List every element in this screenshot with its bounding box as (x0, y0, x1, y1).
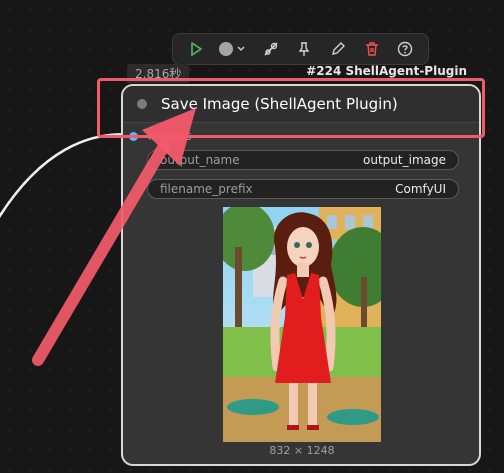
image-dimensions: 832 × 1248 (269, 444, 335, 457)
widget-label: output_name (160, 153, 240, 167)
edit-icon[interactable] (325, 36, 351, 62)
output-name-widget[interactable]: output_name output_image (147, 150, 459, 170)
node-toolbar (172, 33, 429, 65)
bypass-icon[interactable] (258, 36, 284, 62)
color-circle-icon[interactable] (216, 36, 250, 62)
widget-value: ComfyUI (395, 182, 446, 196)
delete-icon[interactable] (359, 36, 385, 62)
pin-icon[interactable] (291, 36, 317, 62)
image-preview[interactable] (223, 207, 381, 442)
help-icon[interactable] (392, 36, 418, 62)
play-icon[interactable] (183, 36, 209, 62)
graph-canvas[interactable]: 2.816秒 #224 ShellAgent-Plugin Save Image… (0, 0, 504, 473)
filename-prefix-widget[interactable]: filename_prefix ComfyUI (147, 179, 459, 199)
widget-label: filename_prefix (160, 182, 253, 196)
widget-value: output_image (363, 153, 446, 167)
highlight-box (97, 78, 485, 138)
node-id-label: #224 ShellAgent-Plugin (306, 64, 467, 78)
save-image-node[interactable]: Save Image (ShellAgent Plugin) images ou… (121, 84, 481, 466)
